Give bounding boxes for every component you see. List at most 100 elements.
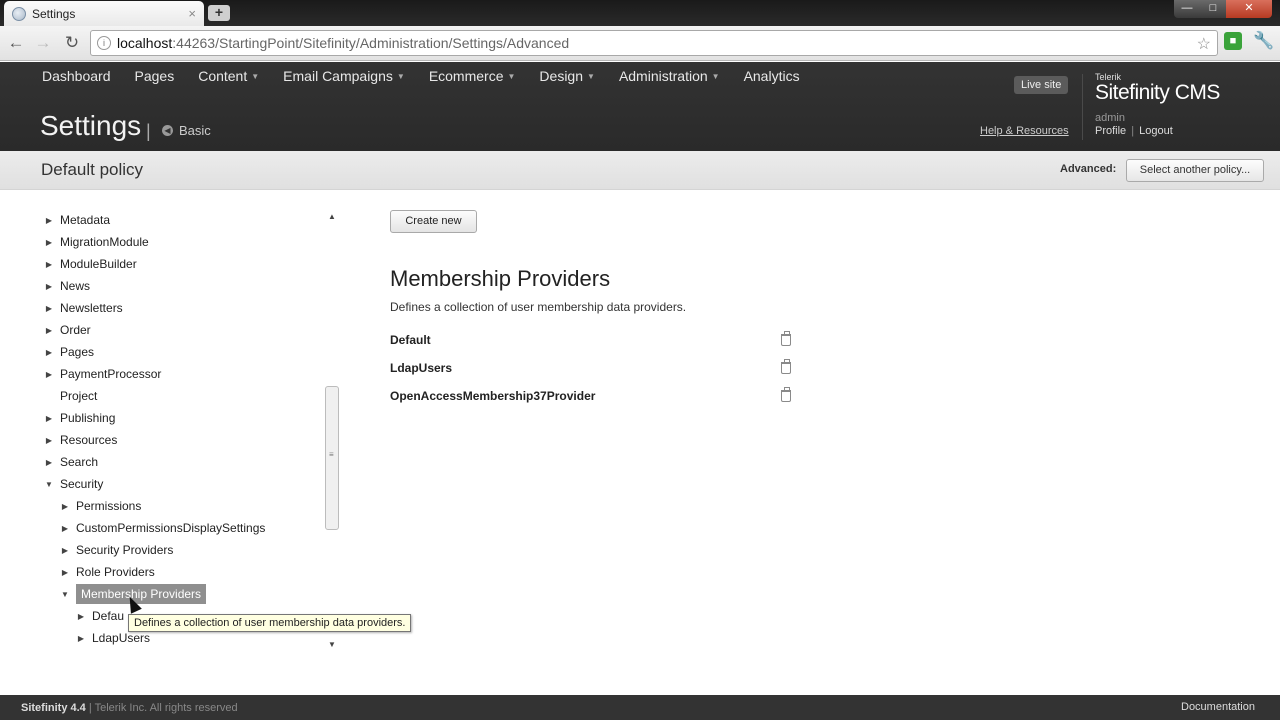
tree-item-label: Role Providers: [76, 565, 155, 579]
minimize-button[interactable]: —: [1174, 0, 1200, 18]
nav-item-dashboard[interactable]: Dashboard: [30, 68, 123, 84]
tree-item[interactable]: ▶ MigrationModule: [44, 232, 149, 252]
trash-icon[interactable]: [781, 359, 791, 374]
tree-item[interactable]: ▶ Search: [44, 452, 98, 472]
tree-item[interactable]: ▶ CustomPermissionsDisplaySettings: [60, 518, 265, 538]
tree-item-label: PaymentProcessor: [60, 367, 162, 381]
collapsed-arrow-icon[interactable]: ▶: [60, 502, 70, 511]
nav-item-content[interactable]: Content ▼: [186, 68, 271, 84]
tree-scrollbar[interactable]: ▲ ≡ ▼: [324, 210, 340, 655]
username: admin: [1095, 112, 1125, 124]
tree-item[interactable]: ▶ Resources: [44, 430, 117, 450]
collapsed-arrow-icon[interactable]: ▶: [44, 282, 54, 291]
help-resources-link[interactable]: Help & Resources: [980, 125, 1069, 137]
scroll-thumb[interactable]: ≡: [325, 386, 339, 530]
nav-item-label: Pages: [134, 68, 175, 84]
advanced-label: Advanced:: [1060, 163, 1117, 175]
tree-item[interactable]: ▶ Newsletters: [44, 298, 123, 318]
provider-name-link[interactable]: LdapUsers: [390, 361, 452, 375]
nav-item-pages[interactable]: Pages: [123, 68, 187, 84]
nav-item-label: Email Campaigns: [283, 68, 393, 84]
collapsed-arrow-icon[interactable]: ▶: [44, 260, 54, 269]
caret-down-icon: ▼: [711, 72, 720, 81]
tree-item-label: Metadata: [60, 213, 111, 227]
tree-item[interactable]: ▶ Security Providers: [60, 540, 173, 560]
brand-logo: Sitefinity CMS: [1095, 81, 1220, 104]
collapsed-arrow-icon[interactable]: ▶: [76, 612, 86, 621]
forward-arrow-icon[interactable]: →: [32, 32, 54, 54]
extension-icon[interactable]: ■: [1224, 32, 1242, 50]
bookmark-star-icon[interactable]: ☆: [1197, 34, 1211, 54]
tree-item[interactable]: ▶ News: [44, 276, 90, 296]
nav-item-ecommerce[interactable]: Ecommerce ▼: [417, 68, 528, 84]
collapsed-arrow-icon[interactable]: ▶: [44, 436, 54, 445]
maximize-button[interactable]: □: [1200, 0, 1226, 18]
tree-item[interactable]: ▶ Publishing: [44, 408, 115, 428]
tab-close-icon[interactable]: ×: [188, 6, 196, 21]
browser-tab[interactable]: Settings ×: [4, 1, 204, 26]
tree-item[interactable]: ▶ ModuleBuilder: [44, 254, 137, 274]
back-circle-icon: ◀: [162, 125, 173, 136]
collapsed-arrow-icon[interactable]: ▶: [60, 546, 70, 555]
address-bar[interactable]: i localhost:44263/StartingPoint/Sitefini…: [90, 30, 1218, 56]
tree-item[interactable]: ▼ Security: [44, 474, 103, 494]
profile-link[interactable]: Profile: [1095, 125, 1126, 137]
collapsed-arrow-icon[interactable]: ▶: [44, 304, 54, 313]
documentation-link[interactable]: Documentation: [1181, 701, 1255, 713]
grip-icon: ≡: [329, 450, 334, 459]
reload-icon[interactable]: ↻: [61, 32, 83, 54]
tree-item[interactable]: ▶ PaymentProcessor: [44, 364, 161, 384]
tree-item[interactable]: ▶ Permissions: [60, 496, 141, 516]
profile-links: Profile | Logout: [1095, 125, 1173, 137]
wrench-icon[interactable]: 🔧: [1253, 31, 1274, 51]
new-tab-button[interactable]: +: [208, 5, 230, 21]
collapsed-arrow-icon[interactable]: ▶: [60, 568, 70, 577]
url-host: localhost: [117, 35, 173, 51]
collapsed-arrow-icon[interactable]: ▶: [44, 458, 54, 467]
logout-link[interactable]: Logout: [1139, 125, 1173, 137]
provider-name-link[interactable]: OpenAccessMembership37Provider: [390, 389, 595, 403]
nav-item-label: Dashboard: [42, 68, 111, 84]
collapsed-arrow-icon[interactable]: ▶: [44, 238, 54, 247]
provider-name-link[interactable]: Default: [390, 333, 431, 347]
collapsed-arrow-icon[interactable]: ▶: [44, 414, 54, 423]
nav-item-analytics[interactable]: Analytics: [732, 68, 812, 84]
scroll-down-icon[interactable]: ▼: [328, 640, 336, 649]
live-site-button[interactable]: Live site: [1014, 76, 1069, 94]
tree-item-label: Security: [60, 477, 104, 491]
tree-item-label: Resources: [60, 433, 118, 447]
expanded-arrow-icon[interactable]: ▼: [44, 480, 54, 489]
collapsed-arrow-icon[interactable]: ▶: [44, 326, 54, 335]
nav-item-design[interactable]: Design ▼: [527, 68, 607, 84]
collapsed-arrow-icon[interactable]: ▶: [44, 370, 54, 379]
tree-item-label: Permissions: [76, 499, 142, 513]
tree-item[interactable]: ▶ Defau: [76, 606, 124, 626]
tree-item-label: Membership Providers: [76, 584, 207, 604]
section-title: Membership Providers: [390, 266, 611, 291]
url-path: :44263/StartingPoint/Sitefinity/Administ…: [172, 35, 570, 51]
collapsed-arrow-icon[interactable]: ▶: [60, 524, 70, 533]
tree-item[interactable]: ▶Project: [44, 386, 97, 406]
create-new-button[interactable]: Create new: [390, 210, 477, 233]
collapsed-arrow-icon[interactable]: ▶: [76, 634, 86, 643]
tree-item-label: CustomPermissionsDisplaySettings: [76, 521, 266, 535]
basic-settings-link[interactable]: ◀ Basic: [162, 123, 211, 138]
nav-item-email-campaigns[interactable]: Email Campaigns ▼: [271, 68, 417, 84]
trash-icon[interactable]: [781, 331, 791, 346]
tree-item[interactable]: ▶ Role Providers: [60, 562, 155, 582]
window-close-button[interactable]: ✕: [1226, 0, 1272, 18]
collapsed-arrow-icon[interactable]: ▶: [44, 348, 54, 357]
tree-item-label: Defau: [92, 609, 125, 623]
page-info-icon[interactable]: i: [97, 36, 111, 50]
tree-item[interactable]: ▶ Order: [44, 320, 91, 340]
tree-item[interactable]: ▶ Metadata: [44, 210, 110, 230]
nav-item-administration[interactable]: Administration ▼: [607, 68, 732, 84]
collapsed-arrow-icon[interactable]: ▶: [44, 216, 54, 225]
select-policy-button[interactable]: Select another policy...: [1126, 159, 1264, 182]
trash-icon[interactable]: [781, 387, 791, 402]
scroll-up-icon[interactable]: ▲: [328, 212, 336, 221]
tree-item[interactable]: ▶ Pages: [44, 342, 94, 362]
back-arrow-icon[interactable]: ←: [5, 32, 27, 54]
caret-down-icon: ▼: [396, 72, 405, 81]
expanded-arrow-icon[interactable]: ▼: [60, 590, 70, 599]
